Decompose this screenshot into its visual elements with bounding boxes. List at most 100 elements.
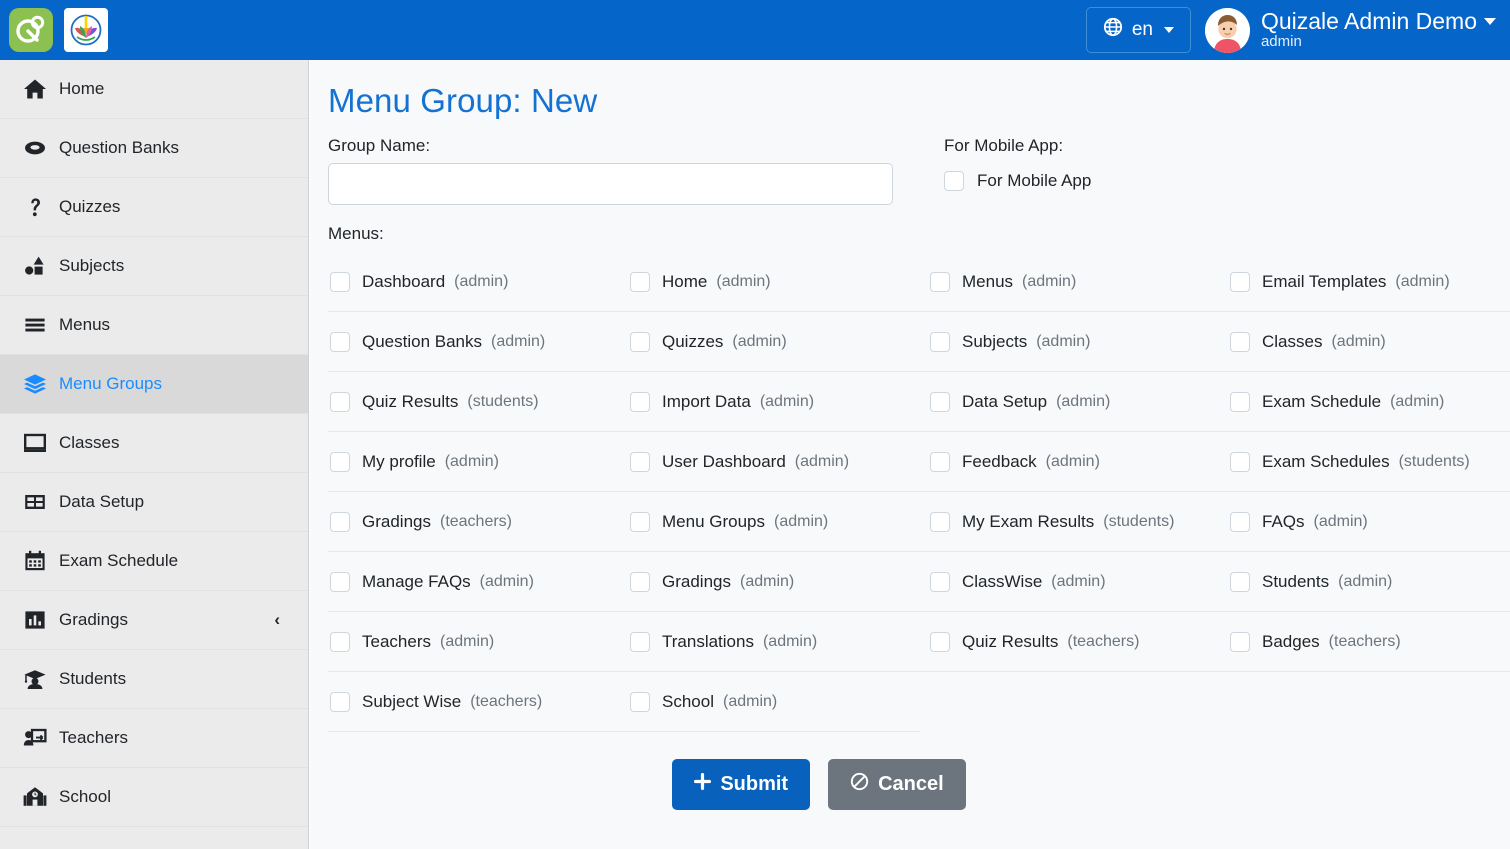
for-mobile-app-row[interactable]: For Mobile App — [944, 171, 1486, 191]
sidebar-item-classes[interactable]: Classes — [0, 414, 308, 473]
menu-checkbox-item[interactable]: Home(admin) — [628, 252, 928, 311]
sidebar-item-label: Teachers — [59, 728, 128, 748]
menu-checkbox-item[interactable]: Translations(admin) — [628, 612, 928, 671]
menu-checkbox[interactable] — [330, 332, 350, 352]
menu-checkbox-item[interactable]: Email Templates (admin) — [1228, 252, 1510, 311]
menu-checkbox[interactable] — [930, 512, 950, 532]
menu-checkbox[interactable] — [630, 692, 650, 712]
menu-checkbox[interactable] — [1230, 332, 1250, 352]
menu-checkbox[interactable] — [630, 512, 650, 532]
menu-checkbox[interactable] — [330, 272, 350, 292]
top-header-bar: en Quizale Admin Demo — [0, 0, 1510, 60]
school-building-icon — [20, 783, 50, 811]
menu-checkbox-item[interactable]: User Dashboard(admin) — [628, 432, 928, 491]
quizale-green-logo[interactable] — [9, 8, 53, 52]
menu-checkbox-item[interactable]: Exam Schedules(students) — [1228, 432, 1510, 491]
for-mobile-app-checkbox[interactable] — [944, 171, 964, 191]
menu-checkbox[interactable] — [630, 332, 650, 352]
menu-checkbox-item[interactable]: Feedback(admin) — [928, 432, 1228, 491]
sidebar-item-gradings[interactable]: Gradings‹ — [0, 591, 308, 650]
menu-checkbox-item[interactable]: FAQs(admin) — [1228, 492, 1510, 551]
sidebar-item-menu-groups[interactable]: Menu Groups — [0, 355, 308, 414]
menu-checkbox-item[interactable]: Quiz Results(teachers) — [928, 612, 1228, 671]
sidebar-item-question-banks[interactable]: Question Banks — [0, 119, 308, 178]
language-selector[interactable]: en — [1086, 7, 1191, 53]
menu-checkbox[interactable] — [330, 572, 350, 592]
sidebar-item-teachers[interactable]: Teachers — [0, 709, 308, 768]
menu-checkbox[interactable] — [930, 452, 950, 472]
menu-checkbox[interactable] — [330, 692, 350, 712]
menu-checkbox-item[interactable]: Badges(teachers) — [1228, 612, 1510, 671]
menu-checkbox-item[interactable]: Menus(admin) — [928, 252, 1228, 311]
menu-checkbox[interactable] — [630, 632, 650, 652]
menu-item-name: Home — [662, 272, 707, 292]
sidebar-item-data-setup[interactable]: Data Setup — [0, 473, 308, 532]
menu-checkbox[interactable] — [930, 632, 950, 652]
menu-checkbox-item[interactable]: Gradings(admin) — [628, 552, 928, 611]
sidebar-item-home[interactable]: Home — [0, 60, 308, 119]
menu-checkbox[interactable] — [330, 392, 350, 412]
menu-item-name: Email Templates — [1262, 272, 1386, 292]
menu-checkbox[interactable] — [930, 392, 950, 412]
menu-checkbox[interactable] — [1230, 452, 1250, 472]
menu-checkbox[interactable] — [330, 452, 350, 472]
menu-checkbox[interactable] — [630, 572, 650, 592]
menu-item-role: (teachers) — [440, 513, 512, 531]
sidebar-item-subjects[interactable]: Subjects — [0, 237, 308, 296]
menu-item-role: (admin) — [1338, 573, 1392, 591]
menu-checkbox[interactable] — [930, 332, 950, 352]
menu-checkbox-item[interactable]: Students(admin) — [1228, 552, 1510, 611]
menu-checkbox-item[interactable]: My Exam Results(students) — [928, 492, 1228, 551]
menu-checkbox-item[interactable]: Gradings(teachers) — [328, 492, 628, 551]
menu-checkbox-item[interactable]: Subject Wise(teachers) — [328, 672, 628, 731]
menu-checkbox-item[interactable]: Menu Groups(admin) — [628, 492, 928, 551]
menu-item-role: (admin) — [1022, 273, 1076, 291]
menu-checkbox[interactable] — [1230, 572, 1250, 592]
menu-checkbox[interactable] — [630, 452, 650, 472]
menu-checkbox-item[interactable]: Dashboard(admin) — [328, 252, 628, 311]
sidebar-item-students[interactable]: Students — [0, 650, 308, 709]
menu-checkbox[interactable] — [630, 272, 650, 292]
submit-button[interactable]: Submit — [672, 759, 810, 810]
sidebar-item-menus[interactable]: Menus — [0, 296, 308, 355]
menu-checkbox-item[interactable]: Import Data(admin) — [628, 372, 928, 431]
ban-icon — [850, 772, 869, 797]
chevron-left-icon[interactable]: ‹ — [274, 610, 280, 630]
menu-checkbox[interactable] — [1230, 632, 1250, 652]
menu-checkbox[interactable] — [330, 512, 350, 532]
menu-checkbox-item[interactable]: Subjects(admin) — [928, 312, 1228, 371]
sidebar-item-exam-schedule[interactable]: Exam Schedule — [0, 532, 308, 591]
menu-checkbox-item[interactable]: Classes(admin) — [1228, 312, 1510, 371]
sidebar-item-quizzes[interactable]: Quizzes — [0, 178, 308, 237]
menu-checkbox-item[interactable]: Teachers(admin) — [328, 612, 628, 671]
menu-item-role: (admin) — [1314, 513, 1368, 531]
group-name-input[interactable] — [328, 163, 893, 205]
user-menu[interactable]: Quizale Admin Demo admin — [1205, 8, 1496, 53]
menu-checkbox-item[interactable]: School(admin) — [628, 672, 928, 731]
menu-checkbox-item[interactable]: My profile(admin) — [328, 432, 628, 491]
user-name-row: Quizale Admin Demo — [1261, 9, 1496, 35]
sidebar-item-label: Exam Schedule — [59, 551, 178, 571]
menu-checkbox[interactable] — [1230, 392, 1250, 412]
menu-checkbox-item[interactable]: ClassWise(admin) — [928, 552, 1228, 611]
menu-checkbox[interactable] — [630, 392, 650, 412]
menu-checkbox[interactable] — [930, 272, 950, 292]
menu-item-role: (admin) — [1051, 573, 1105, 591]
menu-checkbox-item[interactable]: Manage FAQs(admin) — [328, 552, 628, 611]
sidebar-item-school[interactable]: School — [0, 768, 308, 827]
menu-checkbox-item[interactable]: Quiz Results(students) — [328, 372, 628, 431]
menu-checkbox[interactable] — [1230, 272, 1250, 292]
menu-checkbox-item[interactable]: Quizzes(admin) — [628, 312, 928, 371]
school-lotus-logo[interactable] — [64, 8, 108, 52]
menu-checkbox[interactable] — [930, 572, 950, 592]
menu-checkbox[interactable] — [330, 632, 350, 652]
menu-item-role: (admin) — [1395, 273, 1449, 291]
menu-checkbox-item[interactable]: Exam Schedule(admin) — [1228, 372, 1510, 431]
menu-checkbox-item[interactable]: Data Setup(admin) — [928, 372, 1228, 431]
menu-checkbox-item[interactable]: Question Banks(admin) — [328, 312, 628, 371]
hamburger-icon — [20, 311, 50, 339]
for-mobile-app-group: For Mobile App: For Mobile App — [926, 120, 1486, 205]
cancel-button[interactable]: Cancel — [828, 759, 966, 810]
sidebar-item-label: School — [59, 787, 111, 807]
menu-checkbox[interactable] — [1230, 512, 1250, 532]
